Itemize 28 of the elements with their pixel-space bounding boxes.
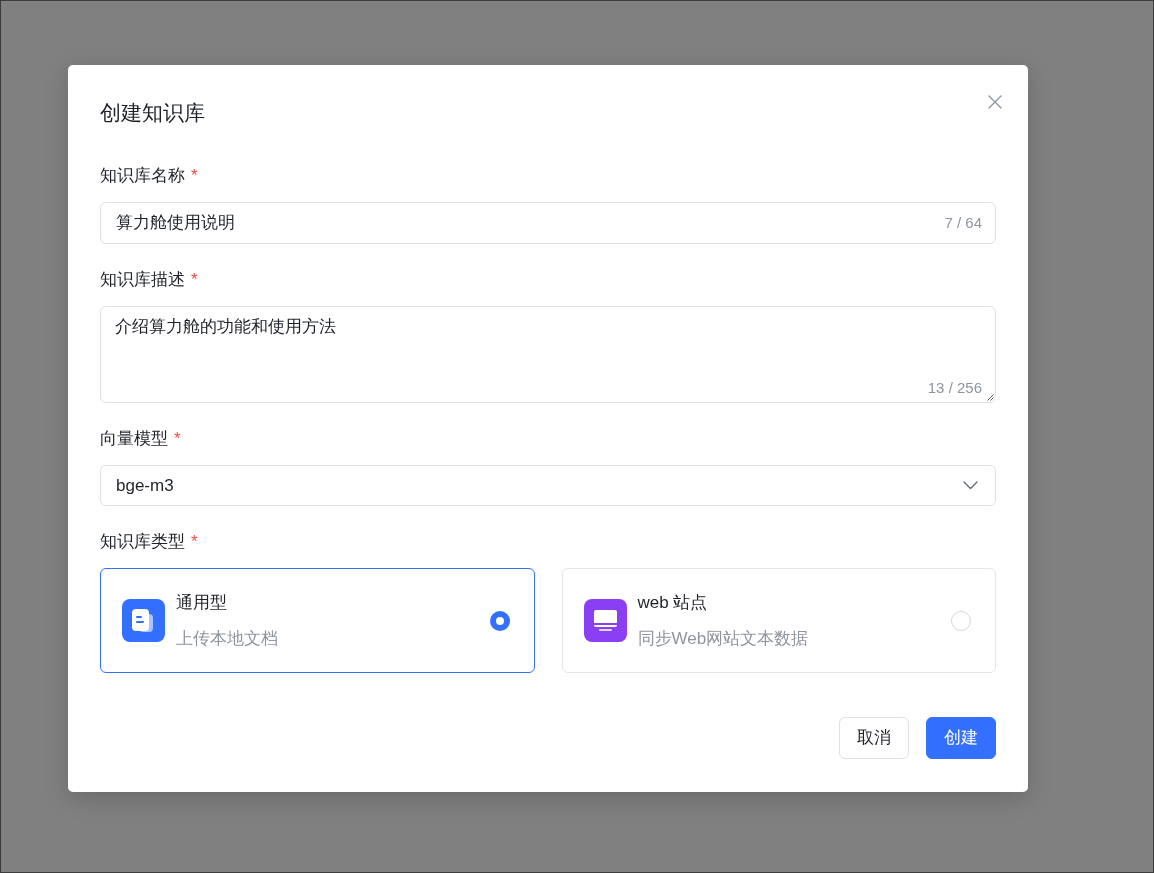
option-description: 上传本地文档 bbox=[176, 627, 278, 650]
document-icon bbox=[122, 599, 165, 642]
option-title: web 站点 bbox=[637, 591, 708, 614]
required-mark: * bbox=[191, 269, 198, 291]
option-title: 通用型 bbox=[176, 591, 227, 614]
required-mark: * bbox=[191, 165, 198, 187]
field-label: 知识库名称 bbox=[100, 165, 185, 187]
create-button[interactable]: 创建 bbox=[926, 717, 996, 759]
required-mark: * bbox=[191, 531, 198, 553]
name-input[interactable]: 算力舱使用说明 7 / 64 bbox=[100, 202, 996, 244]
model-select[interactable]: bge-m3 bbox=[100, 465, 996, 506]
option-description: 同步Web网站文本数据 bbox=[637, 627, 809, 650]
description-textarea[interactable]: 介绍算力舱的功能和使用方法 13 / 256 bbox=[100, 306, 996, 403]
required-mark: * bbox=[174, 428, 181, 450]
char-counter: 13 / 256 bbox=[927, 378, 982, 398]
type-option-card[interactable]: 通用型 上传本地文档 bbox=[100, 568, 535, 673]
resize-handle-icon[interactable] bbox=[986, 393, 994, 401]
type-option-card[interactable]: web 站点 同步Web网站文本数据 bbox=[561, 568, 996, 673]
field-label: 向量模型 bbox=[100, 428, 168, 450]
chevron-down-icon bbox=[963, 481, 978, 490]
field-label: 知识库描述 bbox=[100, 269, 185, 291]
radio-button[interactable] bbox=[489, 610, 510, 631]
close-icon[interactable] bbox=[988, 95, 1002, 109]
field-label: 知识库类型 bbox=[100, 531, 185, 553]
cancel-button[interactable]: 取消 bbox=[839, 717, 909, 759]
dialog-title: 创建知识库 bbox=[100, 100, 205, 126]
char-counter: 7 / 64 bbox=[944, 212, 982, 233]
monitor-icon bbox=[583, 599, 627, 642]
